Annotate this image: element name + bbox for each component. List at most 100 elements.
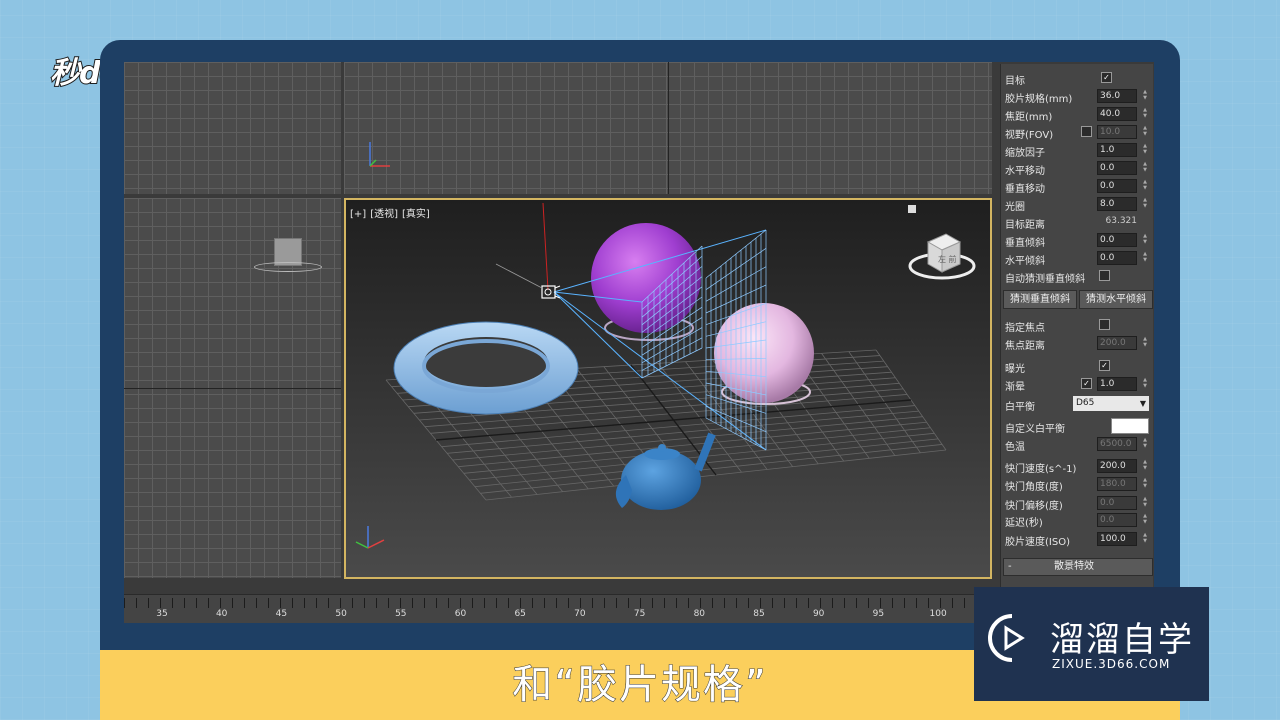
timeline-frame-number: 95 [872, 609, 885, 619]
pink-sphere-object[interactable] [714, 303, 814, 405]
latency-spinner[interactable]: ▲ ▼ [1141, 513, 1149, 526]
timeline-frame-number: 65 [514, 609, 526, 619]
horizontal-shift-label: 水平移动 [1005, 166, 1045, 177]
latency-label: 延迟(秒) [1005, 518, 1043, 529]
timeline-frame-number: 85 [753, 609, 765, 619]
timeline-frame-number: 100 [929, 609, 947, 619]
axis-tripod-icon [369, 142, 390, 167]
watermark-title: 溜溜自学 [1050, 620, 1194, 660]
vertical-tilt-spinner[interactable]: ▲ ▼ [1141, 233, 1149, 246]
aperture-spinner[interactable]: ▲ ▼ [1141, 197, 1149, 210]
chevron-down-icon: ▼ [1139, 399, 1146, 408]
axis-tripod-icon [355, 526, 385, 549]
exposure-label: 曝光 [1005, 364, 1025, 375]
target-distance-value: 63.321 [1105, 216, 1138, 226]
vertical-tilt-field[interactable]: 0.0 [1097, 233, 1137, 247]
viewport-left[interactable] [124, 198, 341, 578]
viewport-perspective[interactable]: [+] [透视] [真实] 左 前 [344, 198, 992, 579]
iso-field[interactable]: 100.0 [1097, 532, 1137, 546]
fov-label: 视野(FOV) [1005, 130, 1054, 141]
specify-focus-checkbox[interactable] [1099, 319, 1110, 330]
iso-spinner[interactable]: ▲ ▼ [1141, 532, 1149, 545]
shutter-speed-label: 快门速度(s^-1) [1005, 464, 1077, 475]
viewport-top[interactable] [124, 62, 341, 194]
focal-label: 焦距(mm) [1005, 112, 1053, 123]
horizontal-tilt-label: 水平倾斜 [1005, 256, 1045, 267]
horizontal-tilt-field[interactable]: 0.0 [1097, 251, 1137, 265]
timeline-frame-number: 45 [275, 609, 288, 619]
shutter-angle-field[interactable]: 180.0 [1097, 477, 1137, 491]
guess-vertical-tilt-button[interactable]: 猜测垂直倾斜 [1003, 290, 1077, 309]
timeline-frame-number: 40 [215, 609, 228, 619]
temperature-spinner[interactable]: ▲ ▼ [1141, 437, 1149, 450]
vertical-shift-field[interactable]: 0.0 [1097, 179, 1137, 193]
svg-text:左 前: 左 前 [938, 254, 957, 264]
custom-white-balance-label: 自定义白平衡 [1005, 424, 1065, 435]
teapot-object[interactable] [615, 432, 716, 510]
horizontal-shift-field[interactable]: 0.0 [1097, 161, 1137, 175]
exposure-checkbox[interactable]: ✓ [1099, 360, 1110, 371]
timeline-frame-number: 60 [454, 609, 467, 619]
custom-white-balance-swatch[interactable] [1111, 418, 1149, 434]
iso-label: 胶片速度(ISO) [1005, 537, 1070, 548]
shutter-offset-spinner[interactable]: ▲ ▼ [1141, 496, 1149, 509]
camera-parameters-panel: 目标 ✓ 胶片规格(mm) 36.0 ▲ ▼ 焦距(mm) 40.0 ▲ ▼ 视野(… [1000, 64, 1153, 594]
timeline-frame-number: 35 [156, 609, 168, 619]
watermark-url: ZIXUE.3D66.COM [1052, 657, 1171, 671]
focus-distance-spinner[interactable]: ▲ ▼ [1141, 336, 1149, 349]
fov-checkbox[interactable] [1081, 126, 1092, 137]
vignette-checkbox[interactable]: ✓ [1081, 378, 1092, 389]
fov-spinner[interactable]: ▲ ▼ [1141, 125, 1149, 138]
scene-canvas: 左 前 [355, 202, 976, 549]
zoom-field[interactable]: 1.0 [1097, 143, 1137, 157]
vertical-tilt-label: 垂直倾斜 [1005, 238, 1045, 249]
shutter-speed-field[interactable]: 200.0 [1097, 459, 1137, 473]
bokeh-rollout-header[interactable]: - 散景特效 [1003, 558, 1153, 576]
film-gate-spinner[interactable]: ▲ ▼ [1141, 89, 1149, 102]
shutter-speed-spinner[interactable]: ▲ ▼ [1141, 459, 1149, 472]
focal-length-field[interactable]: 40.0 [1097, 107, 1137, 121]
focus-distance-label: 焦点距离 [1005, 341, 1045, 352]
timeline-frame-number: 90 [812, 609, 825, 619]
auto-vertical-tilt-label: 自动猜测垂直倾斜 [1005, 274, 1085, 285]
vertical-shift-label: 垂直移动 [1005, 184, 1045, 195]
white-balance-label: 白平衡 [1005, 402, 1035, 413]
white-balance-dropdown[interactable]: D65 ▼ [1073, 396, 1149, 411]
vignette-label: 渐晕 [1005, 382, 1025, 393]
timeline-frame-number: 80 [693, 609, 706, 619]
aperture-label: 光圈 [1005, 202, 1025, 213]
aperture-field[interactable]: 8.0 [1097, 197, 1137, 211]
viewcube-icon[interactable]: 左 前 [908, 233, 976, 280]
play-logo-icon [988, 614, 1025, 662]
timeline-frame-number: 50 [335, 609, 347, 619]
auto-vertical-tilt-checkbox[interactable] [1099, 270, 1110, 281]
zoom-spinner[interactable]: ▲ ▼ [1141, 143, 1149, 156]
timeline[interactable]: 35 40 45 50 55 60 65 70 75 80 85 90 95 100 [124, 594, 994, 623]
torus-object[interactable] [393, 321, 579, 415]
guess-horizontal-tilt-button[interactable]: 猜测水平倾斜 [1079, 290, 1153, 309]
target-label: 目标 [1005, 76, 1025, 87]
lock-icon[interactable] [908, 205, 916, 213]
film-label: 胶片规格(mm) [1005, 94, 1073, 105]
vignette-spinner[interactable]: ▲ ▼ [1141, 377, 1149, 390]
timeline-frame-number: 55 [395, 609, 407, 619]
focal-length-spinner[interactable]: ▲ ▼ [1141, 107, 1149, 120]
focus-distance-field[interactable]: 200.0 [1097, 336, 1137, 350]
horizontal-shift-spinner[interactable]: ▲ ▼ [1141, 161, 1149, 174]
shutter-offset-field[interactable]: 0.0 [1097, 496, 1137, 510]
shutter-offset-label: 快门偏移(度) [1005, 501, 1063, 512]
fov-field[interactable]: 10.0 [1097, 125, 1137, 139]
temperature-field[interactable]: 6500.0 [1097, 437, 1137, 451]
vertical-shift-spinner[interactable]: ▲ ▼ [1141, 179, 1149, 192]
timeline-frame-number: 70 [574, 609, 586, 619]
shutter-angle-spinner[interactable]: ▲ ▼ [1141, 477, 1149, 490]
horizontal-tilt-spinner[interactable]: ▲ ▼ [1141, 251, 1149, 264]
vignette-field[interactable]: 1.0 [1097, 377, 1137, 391]
target-checkbox[interactable]: ✓ [1101, 72, 1112, 83]
timeline-frame-number: 75 [633, 609, 646, 619]
target-distance-label: 目标距离 [1005, 220, 1045, 231]
latency-field[interactable]: 0.0 [1097, 513, 1137, 527]
film-gate-field[interactable]: 36.0 [1097, 89, 1137, 103]
temperature-label: 色温 [1005, 442, 1025, 453]
viewport-front[interactable] [344, 62, 992, 194]
